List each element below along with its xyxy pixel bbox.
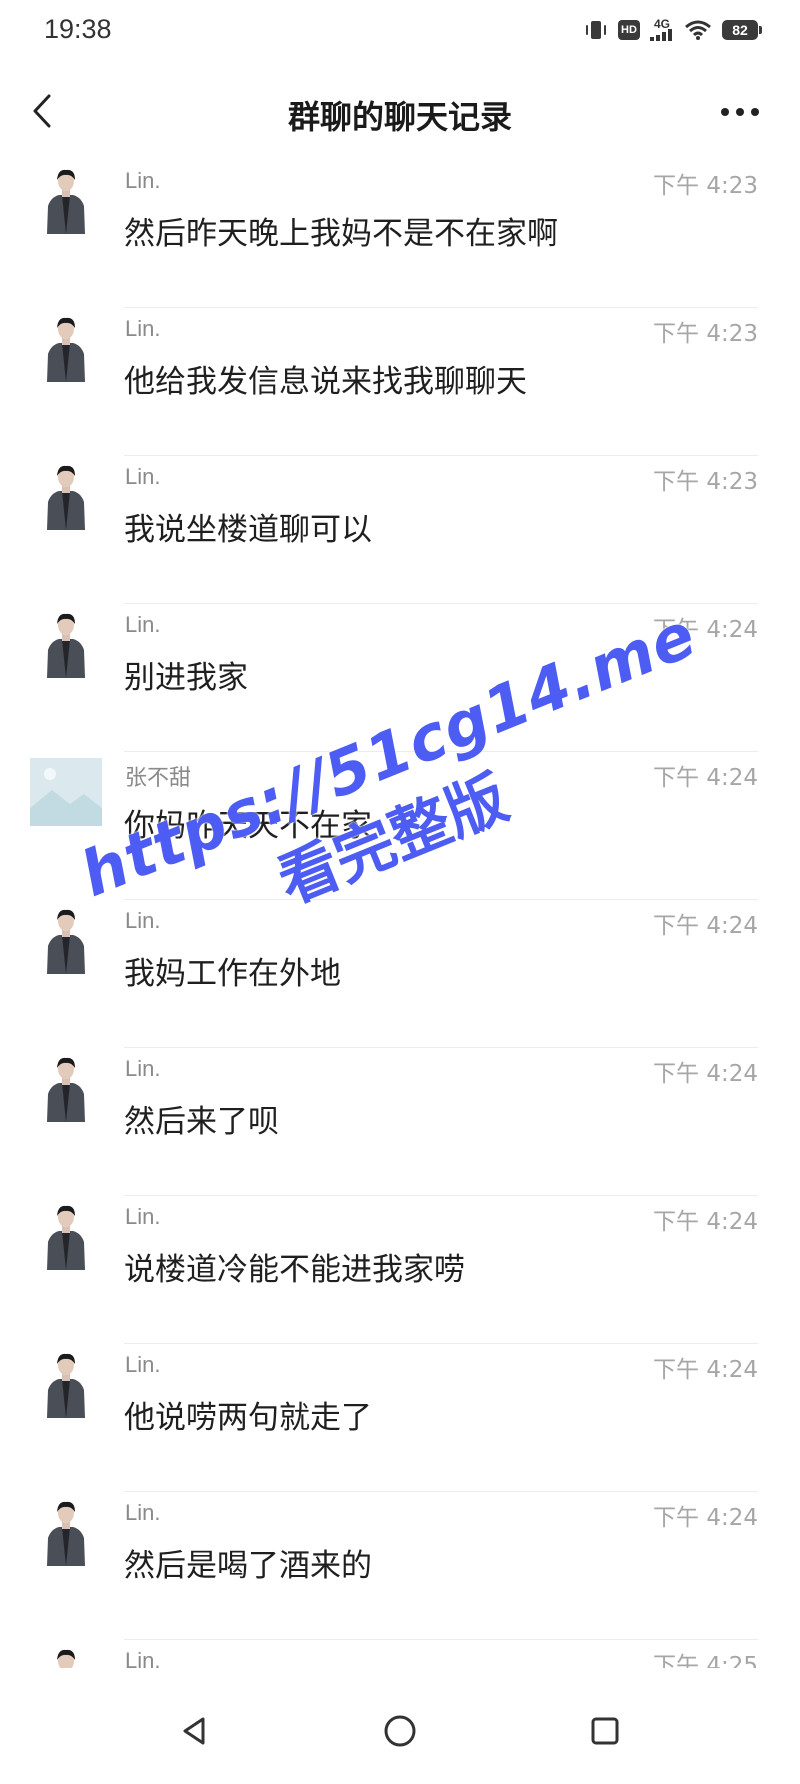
battery-icon: 82 [722, 20, 762, 40]
sender-name: Lin. [125, 316, 161, 341]
avatar[interactable] [43, 1500, 89, 1566]
avatar[interactable] [43, 1352, 89, 1418]
message-row[interactable]: 张不甜 下午 4:24 你妈咋天天不在家 [0, 752, 800, 900]
sender-name: Lin. [125, 1056, 161, 1081]
recents-square-icon [591, 1717, 619, 1745]
message-time: 下午 4:23 [653, 321, 758, 347]
message-text: 然后来了呗 [124, 1104, 279, 1140]
sender-name: Lin. [125, 1352, 161, 1377]
message-text: 说楼道冷能不能进我家唠 [124, 1252, 465, 1288]
message-time: 下午 4:24 [653, 1061, 758, 1087]
message-text: 然后是喝了酒来的 [124, 1548, 372, 1584]
system-recents-button[interactable] [580, 1706, 630, 1756]
message-text: 你妈咋天天不在家 [124, 808, 372, 844]
sender-name: 张不甜 [125, 765, 192, 790]
message-row[interactable]: Lin. 下午 4:23 他给我发信息说来找我聊聊天 [0, 308, 800, 456]
avatar[interactable] [43, 1056, 89, 1122]
message-row[interactable]: Lin. 下午 4:25 [0, 1640, 800, 1668]
status-bar: 19:38 HD 4G 82 [0, 0, 800, 62]
network-type-label: 4G [653, 17, 670, 31]
sender-name: Lin. [125, 1500, 161, 1525]
message-time: 下午 4:24 [653, 617, 758, 643]
status-icons: HD 4G 82 [584, 16, 762, 44]
avatar[interactable] [43, 168, 89, 234]
nav-header: 群聊的聊天记录 [0, 62, 800, 160]
message-text: 然后昨天晚上我妈不是不在家啊 [124, 216, 558, 252]
message-row[interactable]: Lin. 下午 4:24 说楼道冷能不能进我家唠 [0, 1196, 800, 1344]
message-time: 下午 4:23 [653, 469, 758, 495]
signal-icon: 4G [650, 17, 674, 41]
message-text: 我妈工作在外地 [124, 956, 341, 992]
message-time: 下午 4:23 [653, 173, 758, 199]
avatar[interactable] [43, 1204, 89, 1270]
message-time: 下午 4:24 [653, 1357, 758, 1383]
avatar[interactable] [43, 612, 89, 678]
more-dots-icon [721, 108, 759, 116]
avatar[interactable] [43, 908, 89, 974]
wifi-icon [684, 19, 712, 41]
sender-name: Lin. [125, 612, 161, 637]
message-row[interactable]: Lin. 下午 4:24 他说唠两句就走了 [0, 1344, 800, 1492]
message-time: 下午 4:24 [653, 1505, 758, 1531]
home-circle-icon [384, 1715, 416, 1747]
vibrate-icon [584, 19, 608, 41]
sender-name: Lin. [125, 1648, 161, 1668]
message-text: 我说坐楼道聊可以 [124, 512, 372, 548]
system-nav-bar [0, 1668, 800, 1784]
message-time: 下午 4:24 [653, 913, 758, 939]
message-time: 下午 4:25 [653, 1653, 758, 1668]
message-row[interactable]: Lin. 下午 4:24 我妈工作在外地 [0, 900, 800, 1048]
sender-name: Lin. [125, 168, 161, 193]
system-home-button[interactable] [375, 1706, 425, 1756]
message-list[interactable]: Lin. 下午 4:23 然后昨天晚上我妈不是不在家啊 Lin. 下午 4:23 他给我发… [0, 160, 800, 1668]
more-button[interactable] [710, 90, 770, 134]
sender-name: Lin. [125, 464, 161, 489]
message-row[interactable]: Lin. 下午 4:24 然后是喝了酒来的 [0, 1492, 800, 1640]
status-time: 19:38 [44, 14, 112, 44]
message-text: 他给我发信息说来找我聊聊天 [124, 364, 527, 400]
message-row[interactable]: Lin. 下午 4:24 然后来了呗 [0, 1048, 800, 1196]
message-text: 别进我家 [124, 660, 248, 696]
avatar[interactable] [43, 1648, 89, 1668]
page-title: 群聊的聊天记录 [287, 98, 512, 136]
system-back-button[interactable] [170, 1706, 220, 1756]
hd-icon: HD [618, 20, 640, 40]
avatar-placeholder-icon[interactable] [30, 758, 102, 826]
sender-name: Lin. [125, 1204, 161, 1229]
message-row[interactable]: Lin. 下午 4:23 然后昨天晚上我妈不是不在家啊 [0, 160, 800, 308]
sender-name: Lin. [125, 908, 161, 933]
avatar[interactable] [43, 316, 89, 382]
message-text: 他说唠两句就走了 [124, 1400, 372, 1436]
message-row[interactable]: Lin. 下午 4:23 我说坐楼道聊可以 [0, 456, 800, 604]
avatar[interactable] [43, 464, 89, 530]
message-time: 下午 4:24 [653, 1209, 758, 1235]
message-time: 下午 4:24 [653, 765, 758, 791]
message-row[interactable]: Lin. 下午 4:24 别进我家 [0, 604, 800, 752]
back-triangle-icon [183, 1717, 205, 1745]
